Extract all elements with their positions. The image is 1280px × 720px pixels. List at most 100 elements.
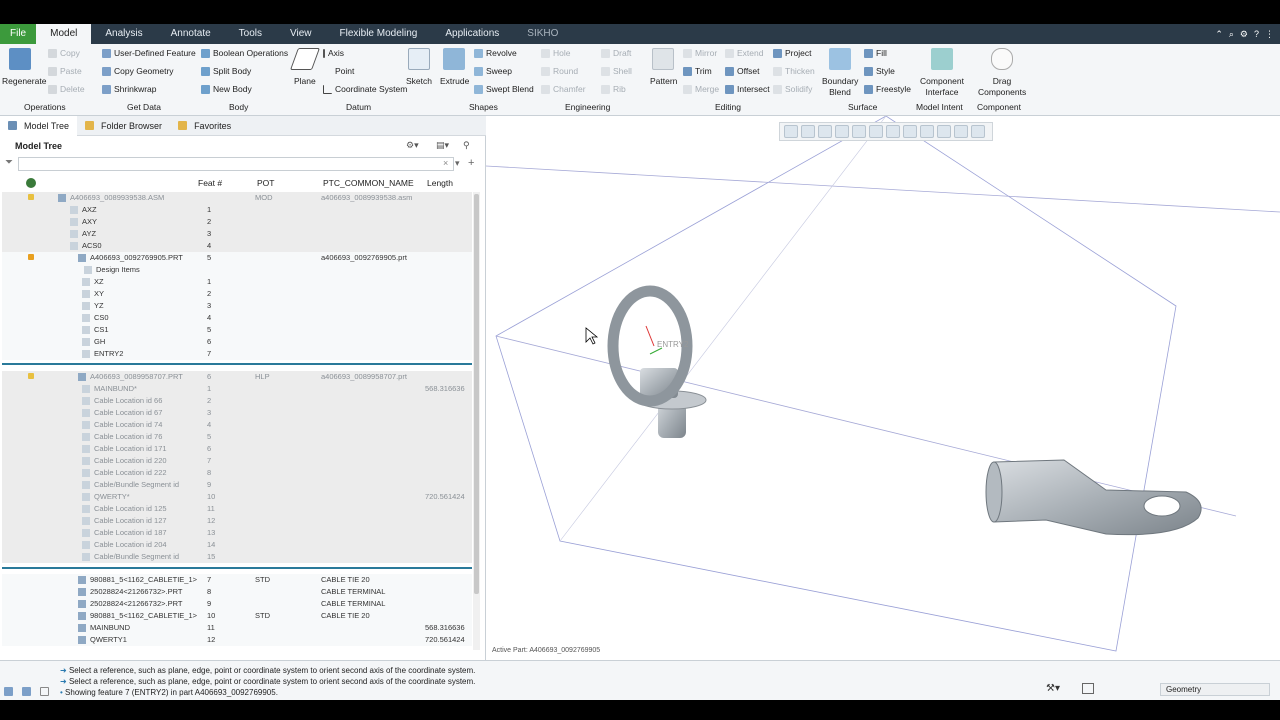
section-icon[interactable] <box>971 125 985 138</box>
tree-columns-icon[interactable]: ▤▾ <box>436 140 449 151</box>
swept-blend-button[interactable]: Swept Blend <box>474 84 534 95</box>
tree-row[interactable]: Cable Location id 67 3 <box>2 407 472 419</box>
selection-filter-icon[interactable]: ⚒▾ <box>1046 683 1060 694</box>
zoom-in-icon[interactable] <box>801 125 815 138</box>
tree-row[interactable]: MAINBUND* 1 568.316636 <box>2 383 472 395</box>
tree-scrollbar-thumb[interactable] <box>474 194 479 594</box>
refit-icon[interactable] <box>784 125 798 138</box>
component-interface-button[interactable]: Component Interface <box>918 76 966 98</box>
clear-search-icon[interactable]: × <box>443 158 448 168</box>
group-editing[interactable]: Editing <box>715 102 741 112</box>
tree-row[interactable]: ENTRY2 7 <box>2 348 472 360</box>
display-style-icon[interactable] <box>852 125 866 138</box>
copy-button[interactable]: Copy <box>48 48 80 59</box>
tree-row[interactable]: AXY 2 <box>2 216 472 228</box>
new-body-button[interactable]: New Body <box>201 84 252 95</box>
copy-geometry-button[interactable]: Copy Geometry <box>102 66 174 77</box>
extend-button[interactable]: Extend <box>725 48 763 59</box>
col-feat[interactable]: Feat # <box>198 178 222 188</box>
zoom-out-icon[interactable] <box>818 125 832 138</box>
tree-row[interactable]: Cable/Bundle Segment id 9 <box>2 479 472 491</box>
tab-sikho[interactable]: SIKHO <box>513 24 572 44</box>
plane-button[interactable]: Plane <box>294 76 316 87</box>
tab-model-tree[interactable]: Model Tree <box>0 115 78 136</box>
drag-components-button[interactable]: Drag Components <box>978 76 1026 98</box>
point-button[interactable]: Point <box>323 66 354 77</box>
regenerate-button[interactable]: Regenerate <box>2 76 46 87</box>
boolean-operations-button[interactable]: Boolean Operations <box>201 48 288 59</box>
tree-row[interactable]: XZ 1 <box>2 276 472 288</box>
tab-tools[interactable]: Tools <box>225 24 276 44</box>
group-get-data[interactable]: Get Data <box>127 102 161 112</box>
tree-row[interactable]: Design Items <box>2 264 472 276</box>
tree-row[interactable]: A406693_0089939538.ASM MOD a406693_0089939… <box>2 192 472 204</box>
extrude-button[interactable]: Extrude <box>440 76 469 87</box>
trim-button[interactable]: Trim <box>683 66 712 77</box>
delete-button[interactable]: Delete <box>48 84 85 95</box>
annotation-display-icon[interactable] <box>937 125 951 138</box>
group-operations[interactable]: Operations <box>24 102 66 112</box>
paste-button[interactable]: Paste <box>48 66 82 77</box>
saved-orientations-icon[interactable] <box>869 125 883 138</box>
tree-row[interactable]: Cable Location id 222 8 <box>2 467 472 479</box>
cable-terminal-model[interactable] <box>985 459 1202 536</box>
eye-bolt-model[interactable]: ENTRY2 <box>607 285 707 438</box>
datum-display-icon[interactable] <box>920 125 934 138</box>
split-body-button[interactable]: Split Body <box>201 66 251 77</box>
tree-row[interactable]: Cable Location id 74 4 <box>2 419 472 431</box>
axis-button[interactable]: Axis <box>323 48 344 59</box>
tree-row[interactable]: QWERTY* 10 720.561424 <box>2 491 472 503</box>
group-datum[interactable]: Datum <box>346 102 371 112</box>
sweep-button[interactable]: Sweep <box>474 66 512 77</box>
view-manager-icon[interactable] <box>886 125 900 138</box>
graphics-viewport[interactable]: ENTRY2 Active Part: A406693_0092769905 <box>486 116 1280 660</box>
search-icon[interactable]: ⌕ <box>1229 29 1234 40</box>
tree-row[interactable]: 980881_5<1162_CABLETIE_1> 10 STD CABLE TIE … <box>2 610 472 622</box>
spin-center-icon[interactable] <box>954 125 968 138</box>
tree-row[interactable]: Cable Location id 66 2 <box>2 395 472 407</box>
tab-file[interactable]: File <box>0 24 37 44</box>
group-model-intent[interactable]: Model Intent <box>916 102 963 112</box>
tree-scrollbar[interactable] <box>473 192 480 650</box>
thicken-button[interactable]: Thicken <box>773 66 815 77</box>
freestyle-button[interactable]: Freestyle <box>864 84 911 95</box>
tree-row[interactable]: Cable Location id 171 6 <box>2 443 472 455</box>
tree-row[interactable]: 25028824<21266732>.PRT 8 CABLE TERMINAL <box>2 586 472 598</box>
group-shapes[interactable]: Shapes <box>469 102 498 112</box>
search-dropdown-icon[interactable]: ▾ <box>455 158 460 169</box>
tree-row[interactable]: AYZ 3 <box>2 228 472 240</box>
group-body[interactable]: Body <box>229 102 248 112</box>
tree-search-input[interactable] <box>18 157 454 171</box>
shrinkwrap-button[interactable]: Shrinkwrap <box>102 84 157 95</box>
help-icon[interactable]: ? <box>1254 29 1259 39</box>
intersect-button[interactable]: Intersect <box>725 84 770 95</box>
udf-button[interactable]: User-Defined Feature <box>102 48 196 59</box>
selection-window-icon[interactable] <box>1082 683 1094 694</box>
tree-settings-icon[interactable]: ⚙▾ <box>406 140 419 151</box>
settings-icon[interactable]: ⚙ <box>1240 29 1248 40</box>
style-button[interactable]: Style <box>864 66 895 77</box>
boundary-blend-button[interactable]: Boundary Blend <box>822 76 858 98</box>
browser-toggle-icon[interactable] <box>22 687 31 696</box>
fullscreen-icon[interactable] <box>40 687 49 696</box>
tree-row[interactable]: MAINBUND 11 568.316636 <box>2 622 472 634</box>
tree-row[interactable]: XY 2 <box>2 288 472 300</box>
tree-row[interactable]: Cable Location id 76 5 <box>2 431 472 443</box>
tab-analysis[interactable]: Analysis <box>91 24 156 44</box>
selection-filter-select[interactable]: Geometry <box>1160 683 1270 696</box>
solidify-button[interactable]: Solidify <box>773 84 812 95</box>
offset-button[interactable]: Offset <box>725 66 760 77</box>
tree-row[interactable]: Cable Location id 220 7 <box>2 455 472 467</box>
revolve-button[interactable]: Revolve <box>474 48 517 59</box>
shell-button[interactable]: Shell <box>601 66 632 77</box>
round-button[interactable]: Round <box>541 66 578 77</box>
tree-row[interactable]: YZ 3 <box>2 300 472 312</box>
fill-button[interactable]: Fill <box>864 48 887 59</box>
tab-flexible-modeling[interactable]: Flexible Modeling <box>326 24 432 44</box>
col-ptc[interactable]: PTC_COMMON_NAME <box>323 178 414 188</box>
tree-row[interactable]: CS1 5 <box>2 324 472 336</box>
tree-row[interactable]: Cable Location id 125 11 <box>2 503 472 515</box>
mirror-button[interactable]: Mirror <box>683 48 717 59</box>
tree-row[interactable]: QWERTY1 12 720.561424 <box>2 634 472 646</box>
coordinate-system-button[interactable]: Coordinate System <box>323 84 407 95</box>
